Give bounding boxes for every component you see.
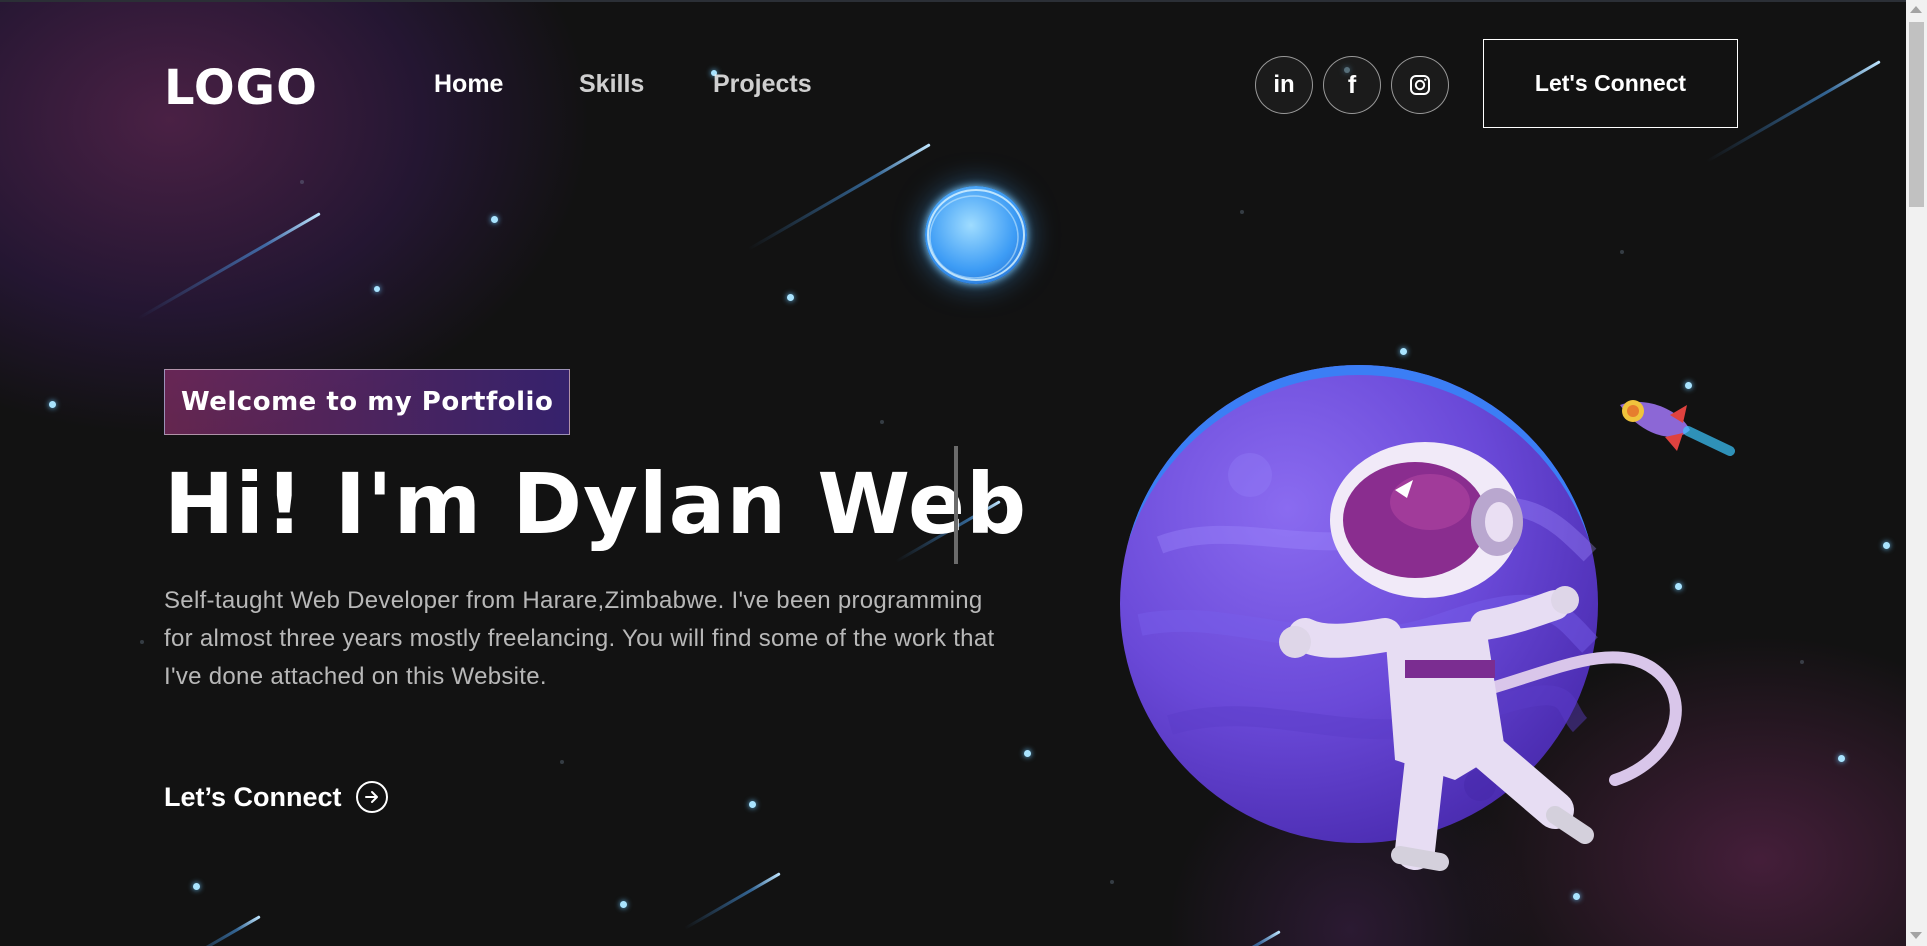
star bbox=[787, 294, 794, 301]
site-logo[interactable]: LOGO bbox=[164, 60, 318, 116]
star bbox=[49, 401, 56, 408]
meteor bbox=[137, 212, 321, 320]
star bbox=[1024, 750, 1031, 757]
star bbox=[880, 420, 884, 424]
arrow-right-circle-icon bbox=[355, 781, 388, 813]
rocket-image bbox=[1595, 400, 1735, 456]
linkedin-icon: in bbox=[1273, 71, 1295, 98]
scroll-up-arrow-icon[interactable] bbox=[1910, 6, 1922, 13]
facebook-link[interactable]: f bbox=[1323, 56, 1381, 114]
star bbox=[560, 760, 564, 764]
meteor bbox=[181, 915, 261, 946]
hero-connect-button[interactable]: Let’s Connect bbox=[164, 781, 388, 813]
star bbox=[300, 180, 304, 184]
scroll-down-arrow-icon[interactable] bbox=[1910, 932, 1922, 939]
hero-connect-label: Let’s Connect bbox=[164, 781, 342, 812]
star bbox=[1400, 348, 1407, 355]
instagram-icon bbox=[1410, 75, 1430, 95]
connect-button[interactable]: Let's Connect bbox=[1483, 39, 1738, 128]
hero-description: Self-taught Web Developer from Harare,Zi… bbox=[164, 587, 995, 690]
star bbox=[1573, 893, 1580, 900]
star bbox=[1838, 755, 1845, 762]
meteor bbox=[683, 872, 781, 930]
facebook-icon: f bbox=[1347, 70, 1357, 99]
hero-banner: LOGO Home Skills Projects in f Let's Con… bbox=[0, 0, 1906, 946]
nav-link-home[interactable]: Home bbox=[434, 70, 503, 99]
star bbox=[1800, 660, 1804, 664]
star bbox=[1620, 250, 1624, 254]
star bbox=[193, 883, 200, 890]
typing-caret bbox=[954, 446, 958, 564]
star bbox=[749, 801, 756, 808]
scrollbar-thumb[interactable] bbox=[1909, 22, 1924, 207]
instagram-link[interactable] bbox=[1391, 56, 1449, 114]
star bbox=[491, 216, 498, 223]
small-planet-image bbox=[925, 186, 1027, 284]
star bbox=[1240, 210, 1244, 214]
star bbox=[374, 286, 380, 292]
star bbox=[1110, 880, 1114, 884]
star bbox=[620, 901, 627, 908]
top-border bbox=[0, 0, 1906, 2]
meteor bbox=[1209, 930, 1281, 946]
nav-link-skills[interactable]: Skills bbox=[579, 70, 644, 99]
welcome-tagline: Welcome to my Portfolio bbox=[164, 369, 571, 435]
star bbox=[140, 640, 144, 644]
hero-title: Hi! I'm Dylan Web bbox=[164, 455, 1028, 553]
astronaut-image bbox=[1279, 442, 1682, 871]
star bbox=[1883, 542, 1890, 549]
meteor bbox=[747, 143, 931, 251]
nav-link-projects[interactable]: Projects bbox=[713, 70, 812, 99]
linkedin-link[interactable]: in bbox=[1255, 56, 1313, 114]
